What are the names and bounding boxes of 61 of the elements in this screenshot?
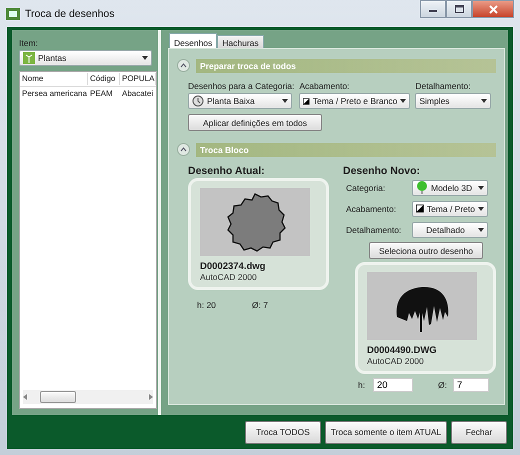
item-dropdown[interactable]: Plantas [19, 50, 152, 66]
apply-button[interactable]: Aplicar definições em todos [188, 114, 322, 131]
contrast-icon [303, 96, 310, 106]
scroll-right-icon [149, 394, 153, 400]
action-button[interactable]: Troca TODOS [245, 420, 321, 444]
drawing-card[interactable]: D0002374.dwg AutoCAD 2000 [188, 178, 329, 290]
pin-icon [416, 181, 428, 194]
minimize-button[interactable] [420, 0, 446, 18]
circle-icon [192, 95, 204, 107]
file-format: AutoCAD 2000 [367, 356, 425, 366]
dropdown[interactable]: Modelo 3D [412, 180, 488, 196]
window-title: Troca de desenhos [25, 8, 116, 20]
contrast-icon [416, 203, 424, 214]
field-label: Categoria: [346, 182, 386, 192]
height-label: h: [358, 380, 366, 390]
diameter-field[interactable]: 7 [453, 378, 489, 392]
dropdown[interactable]: Tema / Preto e Branco [299, 93, 410, 109]
action-button[interactable]: Fechar [451, 420, 507, 444]
diameter-value: Ø: 7 [252, 300, 268, 310]
app-icon [6, 6, 20, 20]
field-label: Acabamento: [346, 204, 398, 214]
tab[interactable]: Hachuras [217, 35, 264, 48]
close-icon [488, 4, 498, 14]
horizontal-scrollbar[interactable] [23, 390, 153, 404]
section-title: Desenho Novo: [343, 165, 422, 177]
column-header[interactable]: Nome [20, 73, 88, 85]
file-format: AutoCAD 2000 [200, 272, 258, 282]
drawing-card[interactable]: D0004490.DWG AutoCAD 2000 [355, 262, 496, 374]
dropdown[interactable]: Simples [415, 93, 492, 109]
close-button[interactable] [472, 0, 514, 18]
scroll-left-icon [23, 394, 27, 400]
field-label: Detalhamento: [415, 81, 472, 91]
dropdown[interactable]: Tema / Preto [412, 200, 488, 216]
file-name: D0004490.DWG [367, 345, 438, 356]
select-drawing-button[interactable]: Seleciona outro desenho [369, 242, 483, 259]
plant-icon [23, 52, 35, 64]
section-title: Desenho Atual: [188, 165, 266, 177]
field-label: Acabamento: [299, 81, 350, 91]
height-value: h: 20 [197, 300, 216, 310]
maximize-icon [454, 5, 464, 13]
table-cell-text: Abacatei [121, 88, 154, 100]
collapse-icon[interactable] [177, 143, 190, 156]
dropdown[interactable]: Planta Baixa [188, 93, 292, 109]
height-field[interactable]: 20 [373, 378, 413, 392]
column-header[interactable]: Código [88, 73, 120, 85]
column-header[interactable]: POPULA [120, 73, 156, 85]
tab[interactable]: Desenhos [169, 33, 218, 48]
file-name: D0002374.dwg [200, 261, 266, 272]
table-cell-text: Persea americana [21, 88, 88, 100]
item-label: Item: [19, 38, 39, 48]
section-header: Preparar troca de todos [196, 58, 496, 72]
field-label: Desenhos para a Categoria: [188, 81, 294, 91]
list-row[interactable]: Persea americana PEAM Abacatei [20, 87, 156, 100]
section-header: Troca Bloco [196, 142, 496, 156]
table-cell-text: PEAM [89, 88, 114, 100]
action-button[interactable]: Troca somente o item ATUAL [325, 420, 447, 444]
collapse-icon[interactable] [177, 59, 190, 72]
maximize-button[interactable] [446, 0, 472, 18]
field-label: Detalhamento: [346, 224, 402, 234]
diameter-label: Ø: [438, 380, 448, 390]
dropdown[interactable]: Detalhado [412, 222, 488, 238]
